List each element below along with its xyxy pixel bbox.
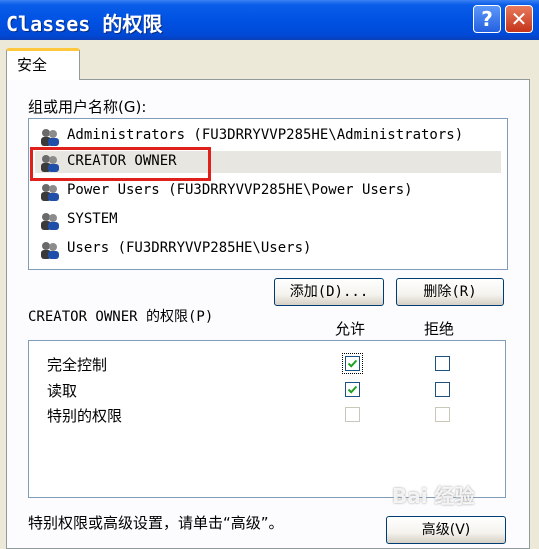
list-item-users[interactable]: Users (FU3DRRYVVP285HE\Users) xyxy=(35,238,501,260)
list-item-label: Administrators (FU3DRRYVVP285HE\Administ… xyxy=(67,127,464,143)
checkmark-icon xyxy=(347,359,358,368)
watermark: Bai 经验 xyxy=(392,484,475,508)
user-group-icon xyxy=(41,213,59,230)
permission-name: 完全控制 xyxy=(47,356,108,374)
principals-label: 组或用户名称(G): xyxy=(28,98,147,116)
checkmark-icon xyxy=(347,385,358,394)
list-item-label: Users (FU3DRRYVVP285HE\Users) xyxy=(67,240,312,256)
tab-security[interactable]: 安全 xyxy=(6,48,80,80)
principals-list[interactable]: Administrators (FU3DRRYVVP285HE\Administ… xyxy=(28,118,508,270)
deny-full-control-checkbox[interactable] xyxy=(435,356,450,371)
user-group-icon xyxy=(41,242,59,259)
close-button[interactable]: ✕ xyxy=(505,5,533,33)
user-group-icon xyxy=(41,184,59,201)
list-item-power-users[interactable]: Power Users (FU3DRRYVVP285HE\Power Users… xyxy=(35,180,501,202)
list-item-administrators[interactable]: Administrators (FU3DRRYVVP285HE\Administ… xyxy=(35,125,501,147)
tab-label: 安全 xyxy=(17,56,48,74)
permissions-label: CREATOR OWNER 的权限(P) xyxy=(28,309,214,325)
deny-read-checkbox[interactable] xyxy=(435,382,450,397)
list-item-label: SYSTEM xyxy=(67,211,118,227)
remove-button[interactable]: 删除(R) xyxy=(396,278,504,306)
list-item-label: Power Users (FU3DRRYVVP285HE\Power Users… xyxy=(67,182,413,198)
allow-special-checkbox xyxy=(345,407,360,422)
advanced-button[interactable]: 高级(V) xyxy=(386,516,506,544)
permission-name: 读取 xyxy=(47,382,78,400)
deny-special-checkbox xyxy=(435,407,450,422)
allow-header: 允许 xyxy=(335,320,366,338)
permissions-list: 完全控制 读取 特别的权限 xyxy=(28,340,506,498)
add-button[interactable]: 添加(D)... xyxy=(274,278,384,306)
allow-full-control-checkbox[interactable] xyxy=(342,353,363,374)
title-bar: Classes 的权限 ? ✕ xyxy=(0,0,539,40)
window-title: Classes 的权限 xyxy=(6,12,163,36)
help-button[interactable]: ? xyxy=(473,5,501,33)
highlight-box xyxy=(30,147,211,181)
advanced-hint: 特别权限或高级设置，请单击“高级”。 xyxy=(28,514,284,532)
deny-header: 拒绝 xyxy=(424,320,455,338)
allow-read-checkbox[interactable] xyxy=(345,382,360,397)
user-group-icon xyxy=(41,129,59,146)
list-item-system[interactable]: SYSTEM xyxy=(35,209,501,231)
permission-name: 特别的权限 xyxy=(47,407,123,425)
